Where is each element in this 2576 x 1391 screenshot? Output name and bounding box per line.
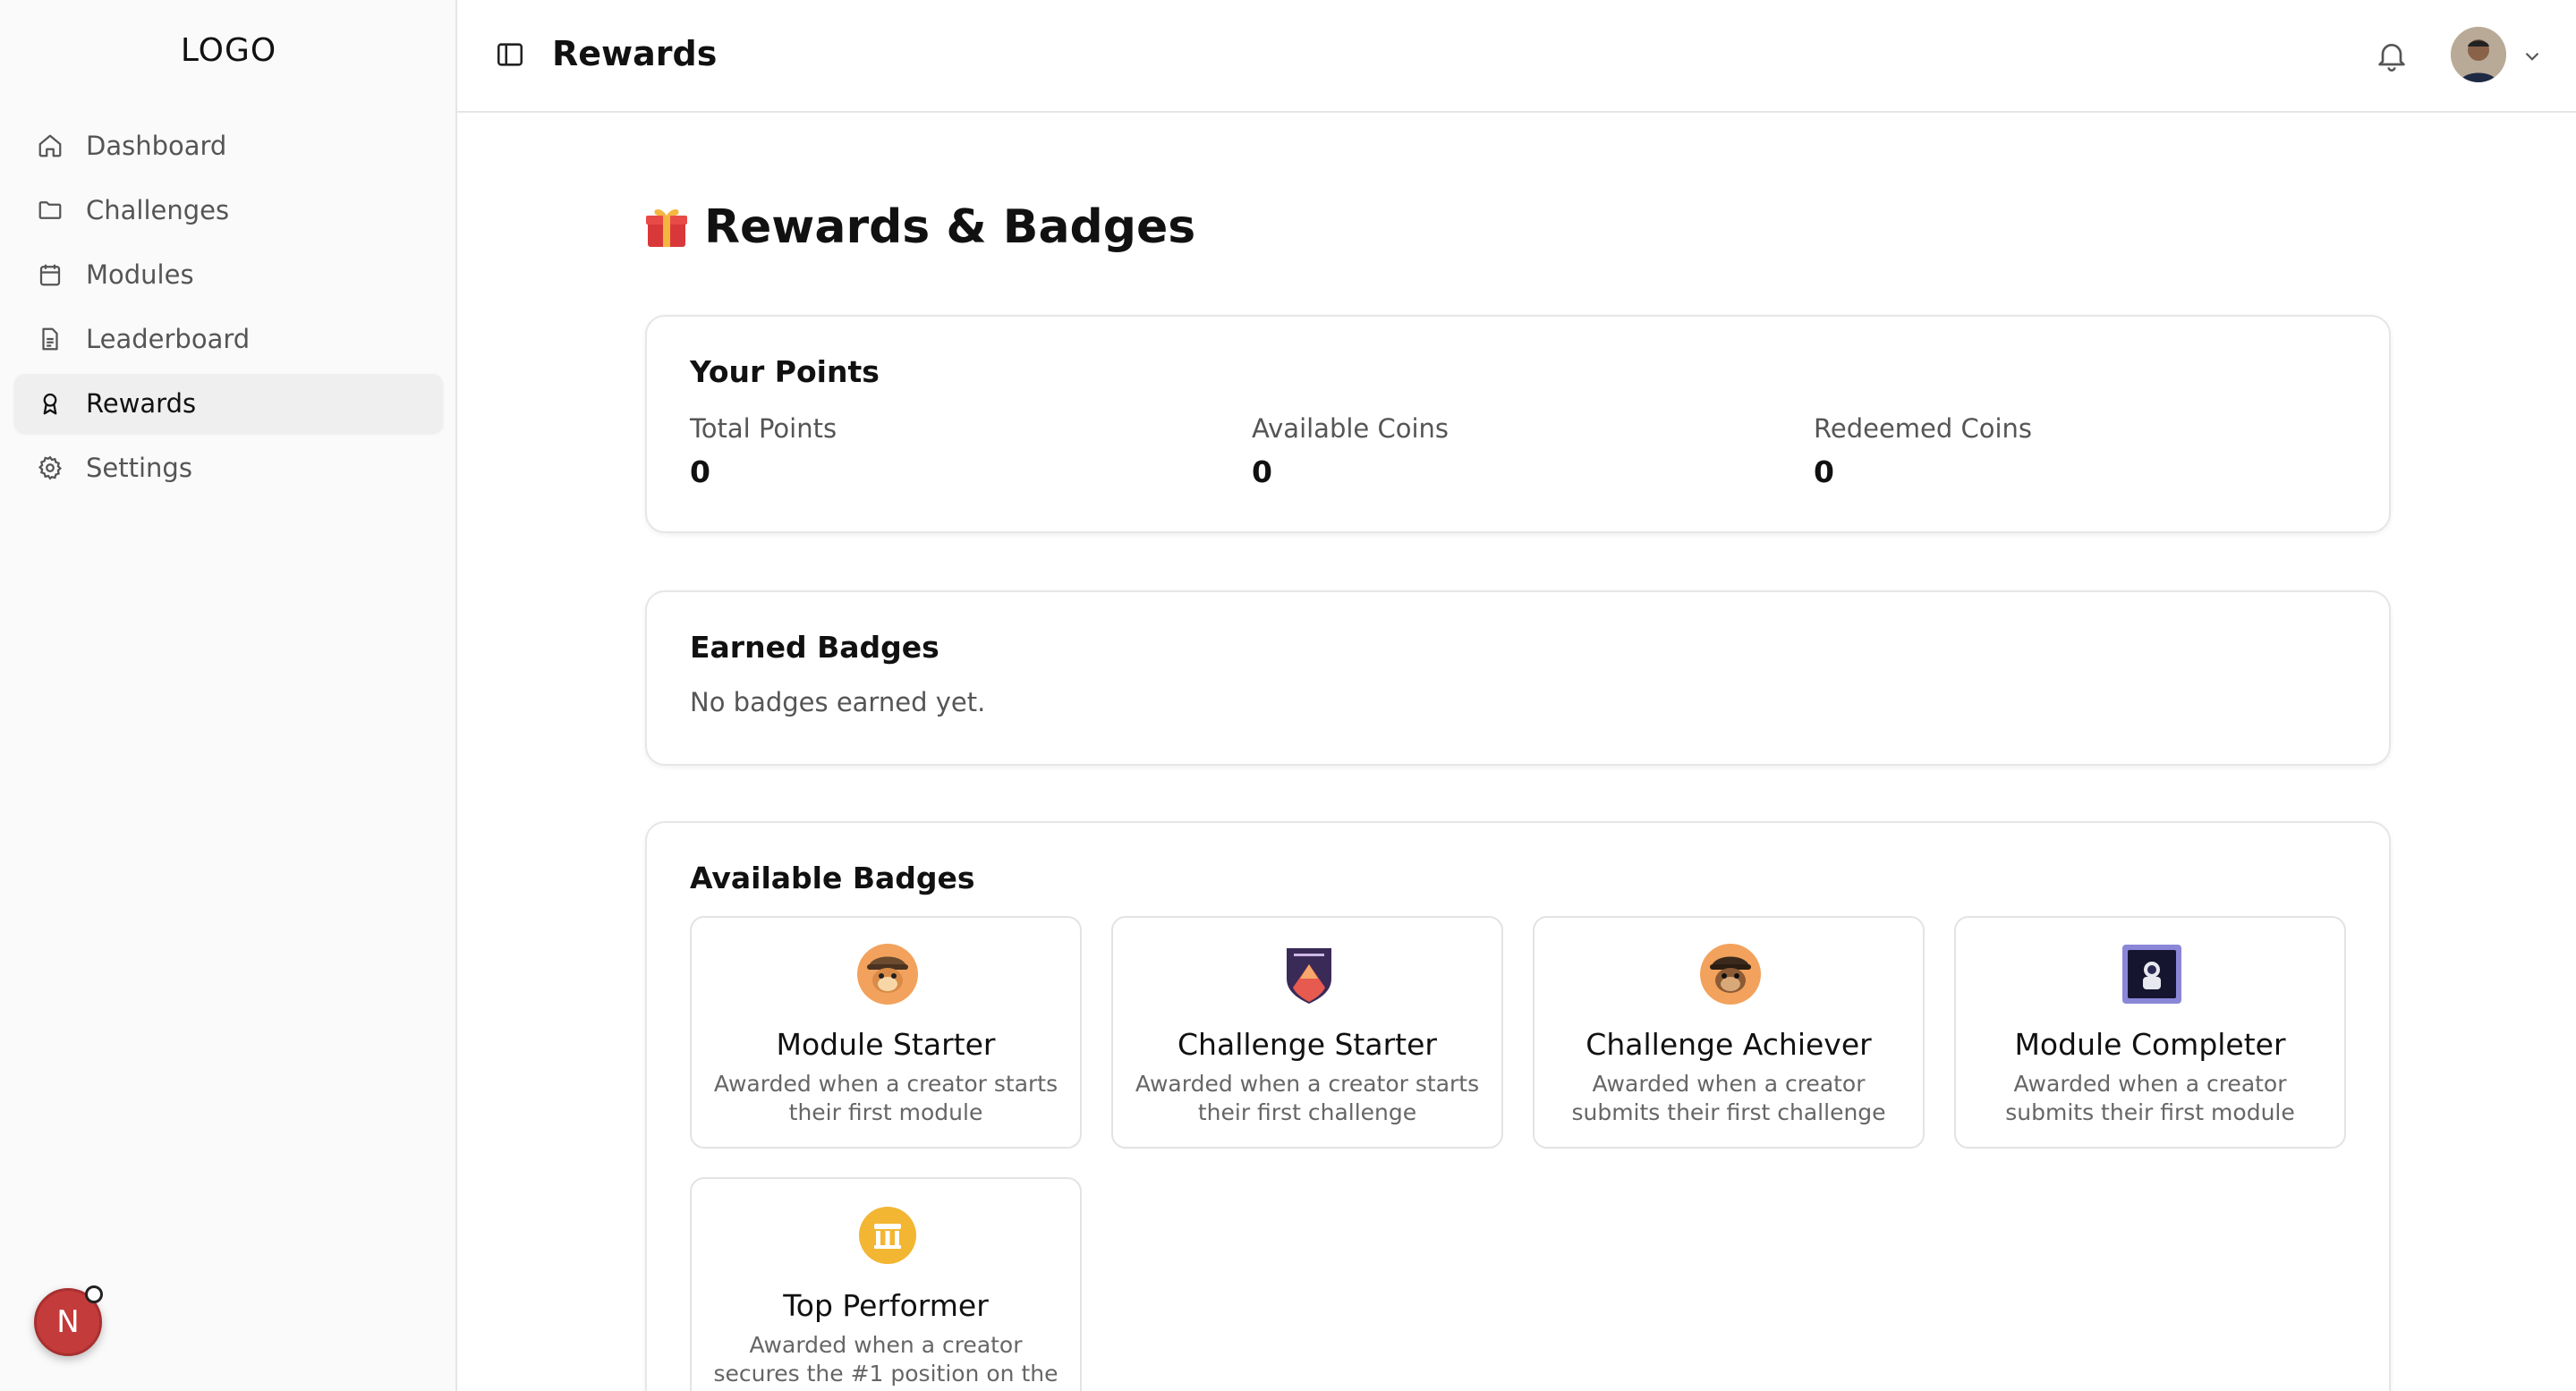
total-points-stat: Total Points 0 [690, 413, 837, 489]
calendar-icon [36, 260, 64, 289]
badge-name: Module Starter [776, 1027, 996, 1062]
user-initial: N [56, 1304, 80, 1340]
badge-name: Top Performer [783, 1288, 989, 1323]
total-points-label: Total Points [690, 413, 837, 444]
badge-card-module-starter[interactable]: Module Starter Awarded when a creator st… [690, 916, 1082, 1149]
badge-card-challenge-achiever[interactable]: Challenge Achiever Awarded when a creato… [1533, 916, 1925, 1149]
top-bar: Rewards [457, 0, 2576, 113]
page-title: Rewards [552, 34, 718, 73]
sidebar-item-dashboard[interactable]: Dashboard [14, 116, 443, 175]
points-card: Your Points Total Points 0 Available Coi… [645, 315, 2391, 533]
available-coins-value: 0 [1252, 454, 1272, 489]
astronaut-badge-icon [2121, 943, 2183, 1005]
document-icon [36, 325, 64, 353]
earned-badges-empty: No badges earned yet. [690, 687, 986, 717]
sidebar-item-label: Dashboard [86, 131, 227, 161]
chevron-down-icon[interactable] [2521, 45, 2544, 68]
redeemed-coins-label: Redeemed Coins [1814, 413, 2033, 444]
redeemed-coins-stat: Redeemed Coins 0 [1814, 413, 2032, 489]
redeemed-coins-value: 0 [1814, 454, 1834, 489]
user-initial-button[interactable]: N [34, 1285, 103, 1356]
trophy-badge-icon [856, 1204, 919, 1267]
sidebar-item-label: Modules [86, 259, 194, 290]
sidebar-nav: Dashboard Challenges Modules Leaderboard… [14, 116, 443, 503]
badge-card-top-performer[interactable]: Top Performer Awarded when a creator sec… [690, 1177, 1082, 1391]
folder-icon [36, 196, 64, 225]
badge-description: Awarded when a creator submits their fir… [2005, 1071, 2295, 1125]
award-icon [36, 389, 64, 418]
gift-icon [643, 204, 690, 250]
sidebar-item-label: Leaderboard [86, 324, 251, 354]
sidebar-item-modules[interactable]: Modules [14, 245, 443, 304]
badge-description: Awarded when a creator secures the #1 po… [713, 1332, 1058, 1387]
badge-name: Module Completer [2014, 1027, 2286, 1062]
badge-description: Awarded when a creator starts their firs… [1135, 1071, 1480, 1125]
available-coins-label: Available Coins [1252, 413, 1450, 444]
heading-text: Rewards & Badges [704, 200, 1196, 254]
bell-icon[interactable] [2374, 38, 2410, 73]
points-title: Your Points [690, 354, 880, 389]
monkey-badge-icon [856, 943, 919, 1005]
sidebar-item-challenges[interactable]: Challenges [14, 181, 443, 240]
badge-name: Challenge Achiever [1586, 1027, 1872, 1062]
sidebar-item-label: Challenges [86, 195, 230, 225]
badge-description: Awarded when a creator starts their firs… [713, 1071, 1058, 1125]
total-points-value: 0 [690, 454, 710, 489]
sidebar-item-rewards[interactable]: Rewards [14, 374, 443, 433]
sidebar-item-label: Rewards [86, 388, 197, 419]
available-badges-title: Available Badges [690, 861, 975, 895]
shield-badge-icon [1278, 943, 1340, 1005]
status-dot [85, 1285, 103, 1303]
sidebar: LOGO Dashboard Challenges Modules Leader… [0, 0, 457, 1391]
main-content: Rewards & Badges Your Points Total Point… [457, 115, 2576, 1391]
sidebar-item-leaderboard[interactable]: Leaderboard [14, 310, 443, 369]
badge-card-challenge-starter[interactable]: Challenge Starter Awarded when a creator… [1111, 916, 1503, 1149]
sidebar-toggle-icon[interactable] [495, 39, 525, 70]
gear-icon [36, 454, 64, 482]
badge-description: Awarded when a creator submits their fir… [1571, 1071, 1886, 1125]
home-icon [36, 131, 64, 160]
badge-name: Challenge Starter [1177, 1027, 1437, 1062]
sidebar-item-settings[interactable]: Settings [14, 438, 443, 497]
badge-card-module-completer[interactable]: Module Completer Awarded when a creator … [1954, 916, 2346, 1149]
avatar[interactable] [2451, 27, 2506, 82]
available-badges-card: Available Badges Module Starter Awarded … [645, 821, 2391, 1391]
sidebar-item-label: Settings [86, 453, 192, 483]
logo[interactable]: LOGO [0, 32, 457, 69]
earned-badges-title: Earned Badges [690, 630, 939, 665]
monkey-badge-icon [1699, 943, 1762, 1005]
earned-badges-card: Earned Badges No badges earned yet. [645, 590, 2391, 766]
available-coins-stat: Available Coins 0 [1252, 413, 1449, 489]
page-heading: Rewards & Badges [643, 200, 1195, 254]
